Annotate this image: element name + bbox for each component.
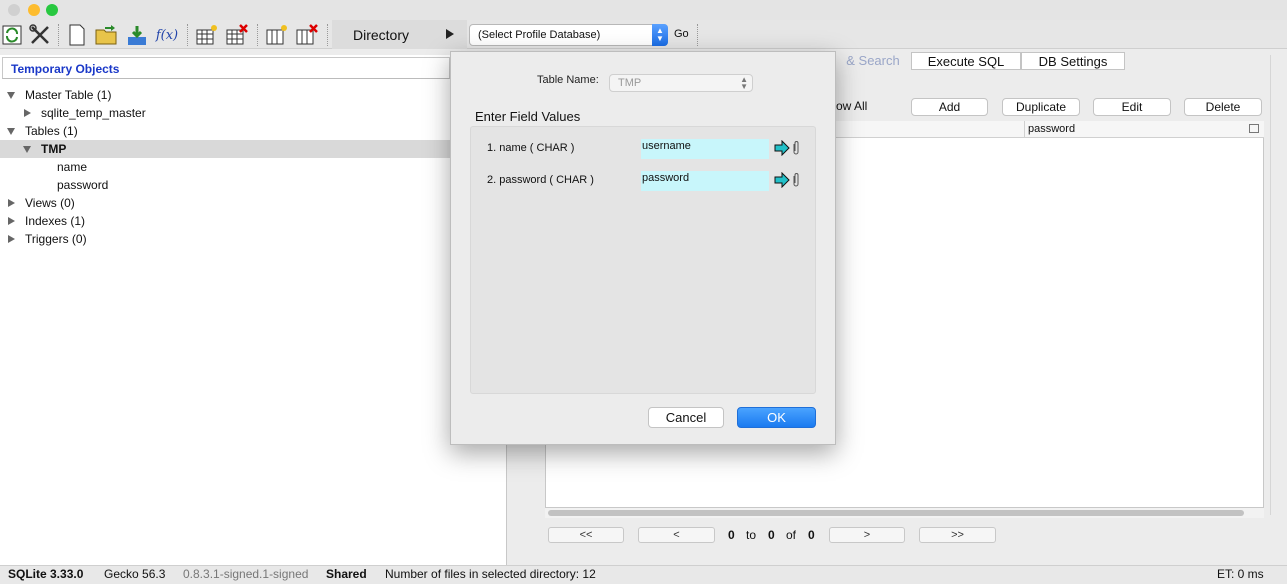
tree-item-triggers[interactable]: Triggers (0) <box>0 230 507 248</box>
elapsed-time: ET: 0 ms <box>1217 567 1264 581</box>
attach-file-icon[interactable] <box>792 172 800 188</box>
import-icon[interactable] <box>125 23 149 47</box>
grid-column-header-password[interactable]: password <box>1028 123 1075 135</box>
edit-button[interactable]: Edit <box>1093 98 1171 116</box>
select-stepper-icon: ▲ ▼ <box>652 24 668 46</box>
tree-item-label: password <box>57 178 109 192</box>
pager-to: 0 <box>768 528 775 542</box>
field-input-name[interactable] <box>641 139 769 159</box>
previous-page-button[interactable]: < <box>638 527 715 543</box>
tree-item-tables[interactable]: Tables (1) <box>0 122 507 140</box>
tree-item-label: TMP <box>41 142 67 156</box>
insert-arrow-icon[interactable] <box>774 139 790 157</box>
title-bar <box>0 0 1287 20</box>
insert-arrow-icon[interactable] <box>774 171 790 189</box>
expand-triangle-icon[interactable] <box>7 92 15 99</box>
tree-item-label: Views (0) <box>25 196 75 210</box>
tree-item-tmp[interactable]: TMP <box>0 140 507 158</box>
tree-item-label: Triggers (0) <box>25 232 87 246</box>
attach-file-icon[interactable] <box>792 140 800 156</box>
drop-table-icon[interactable] <box>225 23 249 47</box>
field-label-password: 2. password ( CHAR ) <box>487 174 594 186</box>
create-index-icon[interactable] <box>265 23 289 47</box>
go-button[interactable]: Go <box>674 28 689 40</box>
field-label-name: 1. name ( CHAR ) <box>487 142 575 154</box>
select-stepper-icon: ▲ ▼ <box>740 75 748 91</box>
tree-item-label: Tables (1) <box>25 124 78 138</box>
tree-item-label: sqlite_temp_master <box>41 106 146 120</box>
temporary-objects-header[interactable]: Temporary Objects <box>2 57 450 79</box>
ok-button[interactable]: OK <box>737 407 816 428</box>
minimize-window-button[interactable] <box>28 4 40 16</box>
pager-from: 0 <box>728 528 735 542</box>
grid-column-divider[interactable] <box>1024 121 1025 138</box>
duplicate-button[interactable]: Duplicate <box>1002 98 1080 116</box>
directory-expand-icon[interactable] <box>446 29 454 39</box>
gecko-version: Gecko 56.3 <box>104 567 166 581</box>
profile-database-select-value: (Select Profile Database) <box>478 29 601 41</box>
collapse-triangle-icon[interactable] <box>8 217 15 225</box>
column-picker-icon[interactable] <box>1249 124 1259 133</box>
expand-triangle-icon[interactable] <box>23 146 31 153</box>
pager-to-label: to <box>746 528 757 542</box>
tree-item-column-password[interactable]: password <box>0 176 507 194</box>
show-all-button[interactable]: ow All <box>836 98 876 116</box>
horizontal-scrollbar-thumb[interactable] <box>548 510 1244 516</box>
toolbar-separator <box>327 24 328 46</box>
tree-item-column-name[interactable]: name <box>0 158 507 176</box>
tree-item-indexes[interactable]: Indexes (1) <box>0 212 507 230</box>
cancel-button[interactable]: Cancel <box>648 407 724 428</box>
close-window-button[interactable] <box>8 4 20 16</box>
table-name-label: Table Name: <box>537 74 599 86</box>
create-table-icon[interactable] <box>195 23 219 47</box>
tree-item-views[interactable]: Views (0) <box>0 194 507 212</box>
vertical-scrollbar[interactable] <box>1270 55 1284 515</box>
toolbar-separator <box>58 24 59 46</box>
collapse-triangle-icon[interactable] <box>24 109 31 117</box>
tab-execute-sql[interactable]: Execute SQL <box>911 52 1021 70</box>
first-page-button[interactable]: << <box>548 527 624 543</box>
field-values-box <box>470 126 816 394</box>
sqlite-version: SQLite 3.33.0 <box>8 567 84 581</box>
toolbar-separator <box>187 24 188 46</box>
tab-browse-search[interactable]: & Search <box>835 52 911 70</box>
maximize-window-button[interactable] <box>46 4 58 16</box>
collapse-triangle-icon[interactable] <box>8 199 15 207</box>
add-button[interactable]: Add <box>911 98 988 116</box>
pager-total: 0 <box>808 528 815 542</box>
field-values-title: Enter Field Values <box>475 109 581 124</box>
toolbar-separator <box>257 24 258 46</box>
profile-database-select[interactable]: (Select Profile Database) ▲ ▼ <box>469 24 668 46</box>
files-count: Number of files in selected directory: 1… <box>385 567 596 581</box>
collapse-triangle-icon[interactable] <box>8 235 15 243</box>
new-database-icon[interactable] <box>65 23 89 47</box>
shared-status: Shared <box>326 567 367 581</box>
field-input-password[interactable] <box>641 171 769 191</box>
pager-of-label: of <box>786 528 797 542</box>
tree-item-label: Indexes (1) <box>25 214 86 228</box>
directory-label[interactable]: Directory <box>353 27 409 43</box>
app-version: 0.8.3.1-signed.1-signed <box>183 567 309 581</box>
table-name-value: TMP <box>618 77 642 89</box>
open-database-icon[interactable] <box>95 23 119 47</box>
tools-icon[interactable] <box>28 23 52 47</box>
function-icon[interactable]: f(x) <box>155 23 179 47</box>
table-name-select[interactable]: TMP ▲ ▼ <box>609 74 753 92</box>
last-page-button[interactable]: >> <box>919 527 996 543</box>
tree-item-label: name <box>57 160 88 174</box>
toolbar-separator <box>697 24 698 46</box>
tab-db-settings[interactable]: DB Settings <box>1021 52 1125 70</box>
tree-item-master-table[interactable]: Master Table (1) <box>0 86 507 104</box>
delete-button[interactable]: Delete <box>1184 98 1262 116</box>
drop-index-icon[interactable] <box>295 23 319 47</box>
tree-item-label: Master Table (1) <box>25 88 112 102</box>
expand-triangle-icon[interactable] <box>7 128 15 135</box>
next-page-button[interactable]: > <box>829 527 905 543</box>
tree-item-sqlite-temp-master[interactable]: sqlite_temp_master <box>0 104 507 122</box>
refresh-icon[interactable] <box>0 23 24 47</box>
